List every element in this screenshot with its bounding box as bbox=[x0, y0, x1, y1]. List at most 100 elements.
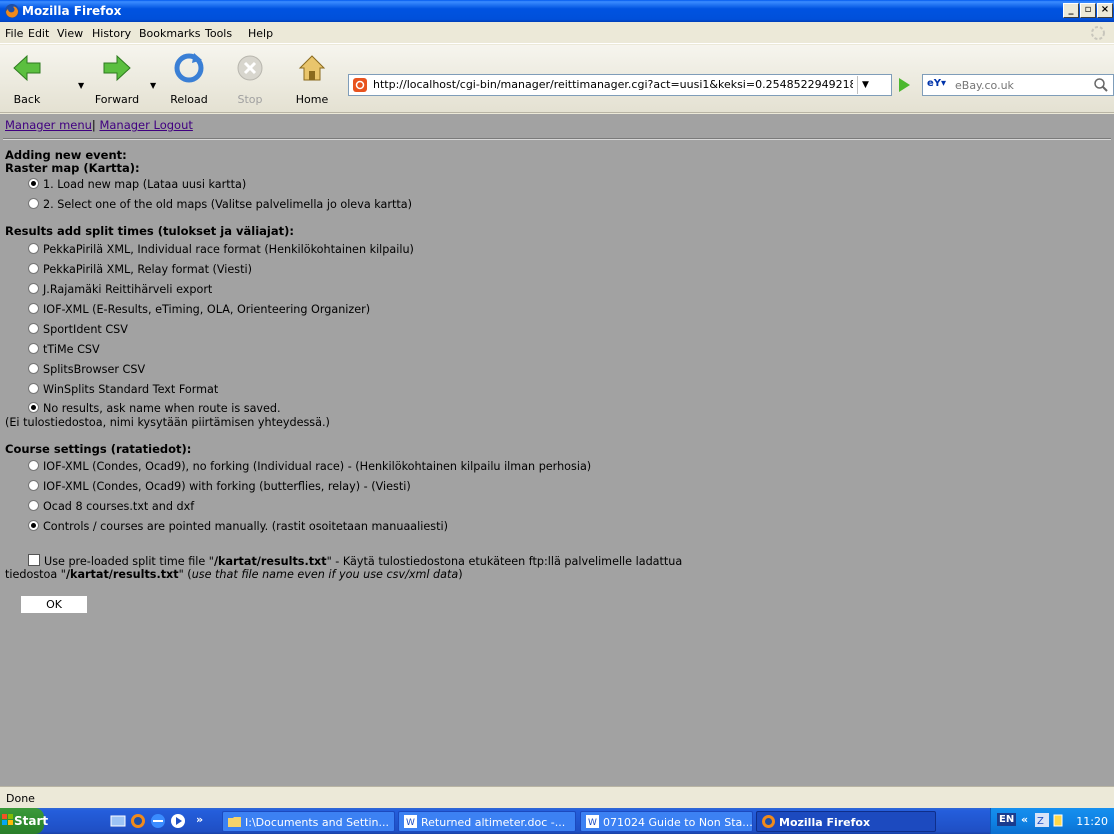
radio-button[interactable] bbox=[28, 480, 39, 491]
radio-button[interactable] bbox=[28, 283, 39, 294]
ebay-engine-icon[interactable]: eY▾ bbox=[927, 78, 946, 89]
map-option-new[interactable]: 1. Load new map (Lataa uusi kartta) bbox=[28, 178, 246, 191]
radio-button[interactable] bbox=[28, 303, 39, 314]
battery-icon[interactable] bbox=[1053, 813, 1063, 827]
desktop-quicklaunch-icon[interactable] bbox=[110, 813, 126, 829]
radio-label: PekkaPirilä XML, Individual race format … bbox=[43, 243, 414, 256]
tray-expand-icon[interactable]: « bbox=[1021, 813, 1028, 826]
search-bar[interactable]: eY▾ bbox=[922, 74, 1114, 96]
radio-button[interactable] bbox=[28, 323, 39, 334]
radio-button[interactable] bbox=[28, 263, 39, 274]
course-option-manual[interactable]: Controls / courses are pointed manually.… bbox=[28, 520, 448, 533]
menu-bookmarks[interactable]: Bookmarks bbox=[139, 27, 200, 40]
close-button[interactable]: × bbox=[1097, 3, 1113, 18]
taskbar-item-word-altimeter[interactable]: W Returned altimeter.doc -... bbox=[398, 811, 576, 832]
radio-label: tTiMe CSV bbox=[43, 343, 100, 356]
course-heading: Course settings (ratatiedot): bbox=[5, 442, 192, 456]
media-quicklaunch-icon[interactable] bbox=[170, 813, 186, 829]
taskbar-item-firefox[interactable]: Mozilla Firefox bbox=[756, 811, 936, 832]
taskbar-item-word-guide[interactable]: W 071024 Guide to Non Sta... bbox=[580, 811, 753, 832]
radio-button[interactable] bbox=[28, 363, 39, 374]
radio-button[interactable] bbox=[28, 460, 39, 471]
ok-button[interactable]: OK bbox=[21, 596, 87, 613]
stop-button[interactable]: Stop bbox=[225, 49, 275, 109]
results-option-splitsbrowser[interactable]: SplitsBrowser CSV bbox=[28, 363, 145, 376]
results-heading: Results add split times (tulokset ja väl… bbox=[5, 224, 294, 238]
window-titlebar[interactable]: Mozilla Firefox _ ▫ × bbox=[0, 0, 1114, 22]
svg-text:W: W bbox=[588, 818, 597, 828]
url-text[interactable]: http://localhost/cgi-bin/manager/reittim… bbox=[373, 78, 853, 91]
results-option-pekka-individual[interactable]: PekkaPirilä XML, Individual race format … bbox=[28, 243, 414, 256]
radio-button[interactable] bbox=[28, 178, 39, 189]
go-button-icon[interactable] bbox=[895, 76, 913, 94]
start-button[interactable]: Start bbox=[0, 808, 48, 834]
forward-button[interactable]: Forward bbox=[92, 49, 142, 109]
manager-logout-link[interactable]: Manager Logout bbox=[99, 118, 192, 132]
manager-menu-link[interactable]: Manager menu bbox=[5, 118, 92, 132]
no-results-note: (Ei tulostiedostoa, nimi kysytään piirtä… bbox=[5, 416, 330, 429]
preload-italic-note: use that file name even if you use csv/x… bbox=[191, 568, 459, 581]
menu-file[interactable]: File bbox=[5, 27, 23, 40]
quicklaunch-more-icon[interactable]: » bbox=[196, 813, 212, 829]
radio-button[interactable] bbox=[28, 198, 39, 209]
radio-label: WinSplits Standard Text Format bbox=[43, 383, 219, 396]
back-button[interactable]: Back bbox=[2, 49, 52, 109]
preload-checkbox[interactable] bbox=[28, 554, 40, 566]
results-option-sportident[interactable]: SportIdent CSV bbox=[28, 323, 128, 336]
menu-tools[interactable]: Tools bbox=[205, 27, 232, 40]
throbber-icon bbox=[1091, 26, 1105, 40]
raster-map-heading: Raster map (Kartta): bbox=[5, 161, 140, 175]
course-option-iof-forking[interactable]: IOF-XML (Condes, Ocad9) with forking (bu… bbox=[28, 480, 411, 493]
language-indicator[interactable]: EN bbox=[997, 813, 1017, 826]
url-bar[interactable]: http://localhost/cgi-bin/manager/reittim… bbox=[348, 74, 892, 96]
firefox-quicklaunch-icon[interactable] bbox=[130, 813, 146, 829]
radio-label: IOF-XML (Condes, Ocad9), no forking (Ind… bbox=[43, 460, 592, 473]
status-text: Done bbox=[6, 792, 35, 805]
task-label: Mozilla Firefox bbox=[779, 816, 871, 829]
menu-view[interactable]: View bbox=[57, 27, 83, 40]
radio-button[interactable] bbox=[28, 383, 39, 394]
taskbar-item-explorer[interactable]: I:\Documents and Settin... bbox=[222, 811, 395, 832]
back-dropdown-icon[interactable]: ▼ bbox=[78, 81, 84, 90]
reload-button[interactable]: Reload bbox=[164, 49, 214, 109]
task-label: I:\Documents and Settin... bbox=[245, 816, 389, 829]
nav-separator: | bbox=[91, 118, 96, 132]
results-option-none[interactable]: No results, ask name when route is saved… bbox=[28, 402, 281, 415]
radio-button[interactable] bbox=[28, 402, 39, 413]
results-option-winsplits[interactable]: WinSplits Standard Text Format bbox=[28, 383, 218, 396]
menu-bar: File Edit View History Bookmarks Tools H… bbox=[0, 22, 1114, 44]
radio-label: PekkaPirilä XML, Relay format (Viesti) bbox=[43, 263, 252, 276]
radio-label: SplitsBrowser CSV bbox=[43, 363, 146, 376]
radio-button[interactable] bbox=[28, 243, 39, 254]
results-option-rajamaki[interactable]: J.Rajamäki Reittihärveli export bbox=[28, 283, 212, 296]
windows-flag-icon bbox=[2, 814, 13, 825]
ie-quicklaunch-icon[interactable] bbox=[150, 813, 166, 829]
forward-dropdown-icon[interactable]: ▼ bbox=[150, 81, 156, 90]
menu-history[interactable]: History bbox=[92, 27, 131, 40]
preload-option[interactable]: Use pre-loaded split time file "/kartat/… bbox=[28, 554, 682, 568]
preload-file-2: /kartat/results.txt bbox=[65, 568, 179, 581]
results-option-pekka-relay[interactable]: PekkaPirilä XML, Relay format (Viesti) bbox=[28, 263, 252, 276]
folder-icon bbox=[228, 817, 241, 827]
results-option-ttime[interactable]: tTiMe CSV bbox=[28, 343, 100, 356]
radio-button[interactable] bbox=[28, 500, 39, 511]
preload-text-2: " - Käytä tulostiedostona etukäteen ftp:… bbox=[326, 555, 683, 568]
course-option-iof-noforking[interactable]: IOF-XML (Condes, Ocad9), no forking (Ind… bbox=[28, 460, 591, 473]
zonealarm-icon[interactable]: Z bbox=[1035, 813, 1049, 827]
search-input[interactable] bbox=[953, 77, 1083, 93]
radio-button[interactable] bbox=[28, 343, 39, 354]
status-bar: Done bbox=[0, 786, 1114, 808]
maximize-button[interactable]: ▫ bbox=[1080, 3, 1096, 18]
radio-button[interactable] bbox=[28, 520, 39, 531]
clock: 11:20 bbox=[1076, 815, 1108, 828]
menu-help[interactable]: Help bbox=[248, 27, 273, 40]
word-doc-icon: W bbox=[586, 815, 599, 828]
course-option-ocad8[interactable]: Ocad 8 courses.txt and dxf bbox=[28, 500, 194, 513]
minimize-button[interactable]: _ bbox=[1063, 3, 1079, 18]
home-button[interactable]: Home bbox=[287, 49, 337, 109]
results-option-iof-xml[interactable]: IOF-XML (E-Results, eTiming, OLA, Orient… bbox=[28, 303, 370, 316]
menu-edit[interactable]: Edit bbox=[28, 27, 49, 40]
url-dropdown-icon[interactable]: ▼ bbox=[857, 76, 873, 94]
map-option-old[interactable]: 2. Select one of the old maps (Valitse p… bbox=[28, 198, 412, 211]
search-icon[interactable] bbox=[1093, 77, 1109, 93]
